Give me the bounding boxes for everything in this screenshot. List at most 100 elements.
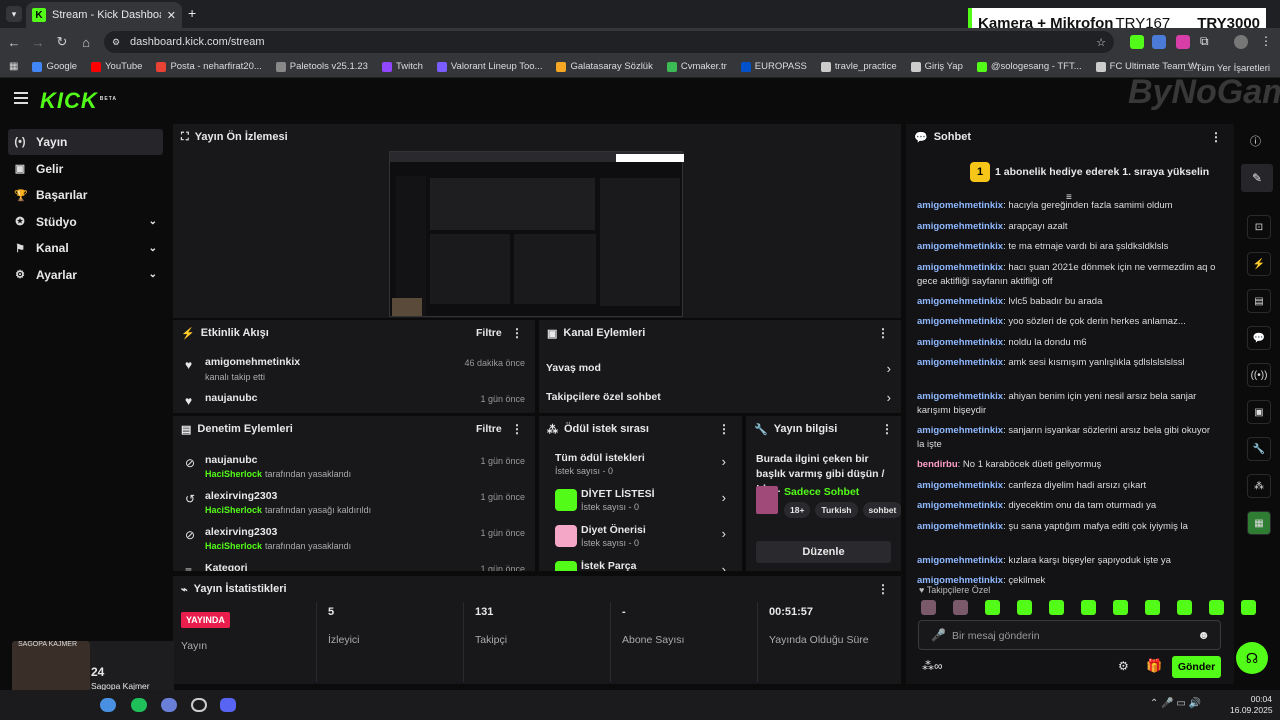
rail-tool-icon[interactable]: ▤ bbox=[1247, 289, 1271, 313]
chat-username[interactable]: amigomehmetinkix bbox=[917, 555, 1003, 566]
bookmark-link[interactable]: Valorant Lineup Too... bbox=[436, 61, 542, 72]
new-tab-icon[interactable]: + bbox=[188, 5, 196, 21]
bookmark-link[interactable]: Paletools v25.1.23 bbox=[275, 61, 368, 72]
tab-list-icon[interactable]: ▾ bbox=[6, 6, 22, 22]
system-clock[interactable]: 00:04 16.09.2025 bbox=[1230, 694, 1273, 716]
microphone-icon[interactable]: 🎤 bbox=[931, 628, 946, 642]
chat-username[interactable]: amigomehmetinkix bbox=[917, 316, 1003, 327]
stream-tag[interactable]: 18+ bbox=[784, 502, 811, 518]
moderation-user[interactable]: alexirving2303 bbox=[205, 526, 277, 538]
emoji-picker-icon[interactable]: ☻ bbox=[1197, 628, 1210, 642]
sidebar-item-1[interactable]: ▣ Gelir bbox=[8, 156, 163, 182]
moderator-name[interactable]: HaciSherlock bbox=[205, 505, 262, 515]
chat-username[interactable]: amigomehmetinkix bbox=[917, 241, 1003, 252]
more-options-icon[interactable]: ⋮ bbox=[718, 422, 730, 436]
gift-icon[interactable]: 🎁 bbox=[1146, 658, 1162, 674]
rail-tool-icon[interactable]: ((•)) bbox=[1247, 363, 1271, 387]
chat-username[interactable]: amigomehmetinkix bbox=[917, 425, 1003, 436]
rail-tool-icon[interactable]: ▣ bbox=[1247, 400, 1271, 424]
emote-icon[interactable] bbox=[1081, 600, 1096, 615]
activity-user[interactable]: naujanubc bbox=[205, 392, 258, 404]
more-options-icon[interactable]: ⋮ bbox=[1210, 130, 1222, 144]
sidebar-item-2[interactable]: 🏆 Başarılar bbox=[8, 182, 163, 208]
url-input[interactable]: ⚙ dashboard.kick.com/stream ☆ bbox=[104, 31, 1114, 53]
emote-icon[interactable] bbox=[1017, 600, 1032, 615]
chevron-down-icon[interactable]: ⌄ bbox=[149, 216, 157, 227]
rail-tool-icon[interactable]: ▦ bbox=[1247, 511, 1271, 535]
rail-tool-icon[interactable]: 🔧 bbox=[1247, 437, 1271, 461]
moderation-user[interactable]: Kategori bbox=[205, 562, 248, 571]
reward-item[interactable]: İstek Parça › bbox=[539, 558, 742, 571]
send-button[interactable]: Gönder bbox=[1172, 656, 1221, 678]
home-icon[interactable]: ⌂ bbox=[74, 30, 98, 54]
chat-username[interactable]: amigomehmetinkix bbox=[917, 200, 1003, 211]
sidebar-item-0[interactable]: (•) Yayın bbox=[8, 129, 163, 155]
back-icon[interactable]: ← bbox=[2, 30, 26, 54]
chat-username[interactable]: amigomehmetinkix bbox=[917, 480, 1003, 491]
bookmark-link[interactable]: Giriş Yap bbox=[910, 61, 963, 72]
extension-icon[interactable] bbox=[1130, 35, 1144, 49]
chat-username[interactable]: amigomehmetinkix bbox=[917, 262, 1003, 273]
extension-icon[interactable] bbox=[1152, 35, 1166, 49]
emote-icon[interactable] bbox=[985, 600, 1000, 615]
sidebar-item-4[interactable]: ⚑ Kanal ⌄ bbox=[8, 235, 163, 261]
rail-tool-icon[interactable]: ⚡ bbox=[1247, 252, 1271, 276]
taskbar-app-icon[interactable] bbox=[191, 698, 207, 712]
activity-filter-button[interactable]: Filtre bbox=[476, 327, 502, 339]
extensions-puzzle-icon[interactable]: ⧉ bbox=[1200, 34, 1209, 49]
bookmark-star-icon[interactable]: ☆ bbox=[1096, 36, 1106, 49]
bookmark-link[interactable]: Cvmaker.tr bbox=[666, 61, 727, 72]
gear-icon[interactable]: ⚙ bbox=[1118, 659, 1129, 673]
bookmark-link[interactable]: Twitch bbox=[381, 61, 423, 72]
rail-tool-icon[interactable]: ⊡ bbox=[1247, 215, 1271, 239]
sidebar-item-5[interactable]: ⚙ Ayarlar ⌄ bbox=[8, 262, 163, 288]
moderation-filter-button[interactable]: Filtre bbox=[476, 423, 502, 435]
bookmark-link[interactable]: YouTube bbox=[91, 61, 142, 72]
support-chat-icon[interactable]: ☊ bbox=[1236, 642, 1268, 674]
chat-username[interactable]: amigomehmetinkix bbox=[917, 337, 1003, 348]
chat-input[interactable]: 🎤 Bir mesaj gönderin ☻ bbox=[918, 620, 1221, 650]
moderation-user[interactable]: naujanubc bbox=[205, 454, 258, 466]
rail-tool-icon[interactable]: ⁂ bbox=[1247, 474, 1271, 498]
stream-preview-video[interactable] bbox=[389, 151, 684, 317]
apps-grid-icon[interactable]: ▦ bbox=[9, 61, 18, 72]
reward-item[interactable]: Diyet Önerisi İstek sayısı - 0 › bbox=[539, 522, 742, 552]
chat-username[interactable]: amigomehmetinkix bbox=[917, 357, 1003, 368]
more-options-icon[interactable]: ⋮ bbox=[511, 326, 523, 340]
chat-username[interactable]: amigomehmetinkix bbox=[917, 221, 1003, 232]
chat-username[interactable]: amigomehmetinkix bbox=[917, 296, 1003, 307]
kick-logo[interactable]: KICK BETA bbox=[40, 88, 117, 114]
channel-action-item[interactable]: Takipçilere özel sohbet › bbox=[539, 387, 901, 407]
infinity-icon[interactable]: ⁂∞ bbox=[922, 659, 943, 673]
info-icon[interactable]: ⓘ bbox=[1250, 133, 1261, 149]
more-options-icon[interactable]: ⋮ bbox=[511, 422, 523, 436]
category-name[interactable]: Sadece Sohbet bbox=[784, 486, 859, 498]
bookmark-link[interactable]: EUROPASS bbox=[740, 61, 807, 72]
bookmark-link[interactable]: Posta - neharfirat20... bbox=[156, 61, 262, 72]
emote-icon[interactable] bbox=[1177, 600, 1192, 615]
bookmark-link[interactable]: travle_practice bbox=[820, 61, 897, 72]
close-tab-icon[interactable]: ✕ bbox=[167, 9, 176, 22]
emote-icon[interactable] bbox=[1209, 600, 1224, 615]
bookmark-link[interactable]: Galatasaray Sözlük bbox=[556, 61, 653, 72]
rail-tool-icon[interactable]: 💬 bbox=[1247, 326, 1271, 350]
taskbar-app-icon[interactable] bbox=[100, 698, 116, 712]
moderation-user[interactable]: alexirving2303 bbox=[205, 490, 277, 502]
emote-icon[interactable] bbox=[1145, 600, 1160, 615]
chevron-down-icon[interactable]: ⌄ bbox=[149, 243, 157, 254]
more-options-icon[interactable]: ⋮ bbox=[877, 582, 889, 596]
edit-stream-button[interactable]: Düzenle bbox=[756, 541, 891, 563]
activity-user[interactable]: amigomehmetinkix bbox=[205, 356, 300, 368]
edit-pencil-icon[interactable]: ✎ bbox=[1241, 164, 1273, 192]
emote-icon[interactable] bbox=[1241, 600, 1256, 615]
chat-username[interactable]: bendirbu bbox=[917, 459, 958, 470]
emote-icon[interactable] bbox=[921, 600, 936, 615]
discord-icon[interactable] bbox=[220, 698, 236, 712]
sidebar-item-3[interactable]: ✪ Stüdyo ⌄ bbox=[8, 209, 163, 235]
reload-icon[interactable]: ↻ bbox=[50, 30, 74, 54]
emote-icon[interactable] bbox=[1113, 600, 1128, 615]
stream-tag[interactable]: sohbet bbox=[862, 502, 901, 518]
chat-username[interactable]: amigomehmetinkix bbox=[917, 391, 1003, 402]
profile-avatar[interactable] bbox=[1234, 35, 1248, 49]
browser-tab[interactable]: K Stream - Kick Dashboard ✕ bbox=[26, 2, 182, 28]
